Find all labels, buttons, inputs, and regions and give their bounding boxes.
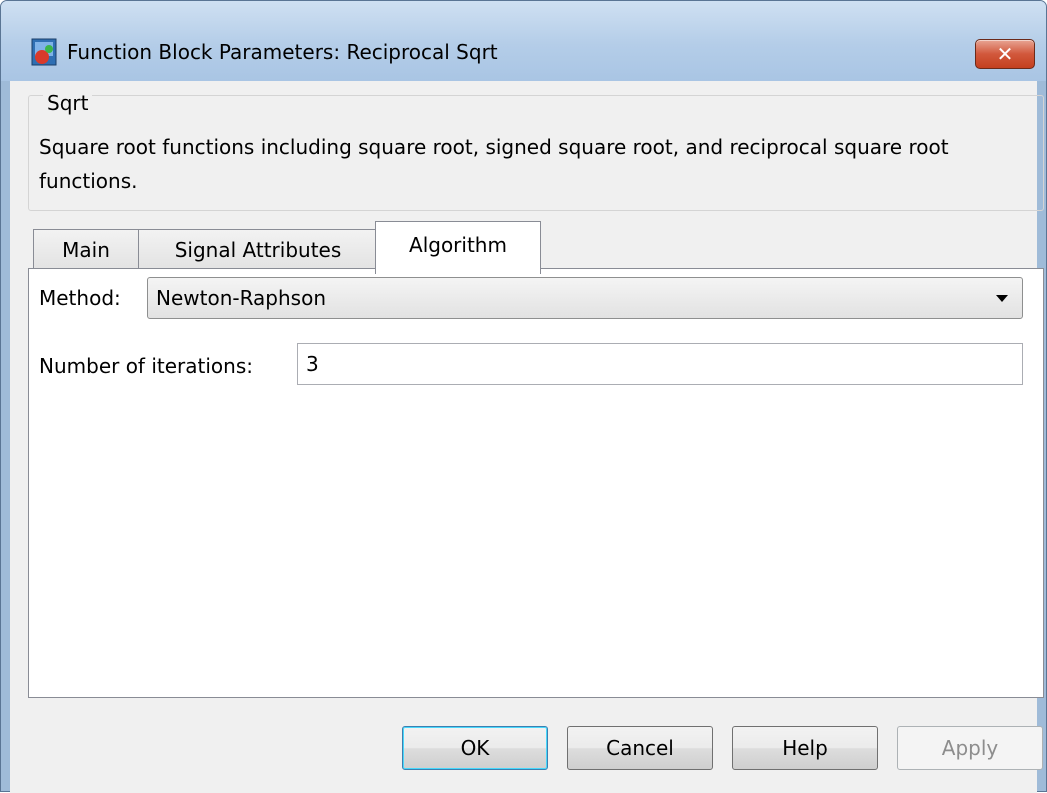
method-selected-value: Newton-Raphson — [156, 286, 327, 310]
tab-algorithm-label: Algorithm — [409, 233, 507, 257]
close-button[interactable]: ✕ — [975, 39, 1035, 69]
dialog-window: Function Block Parameters: Reciprocal Sq… — [0, 0, 1047, 793]
tab-signal-attributes[interactable]: Signal Attributes — [138, 229, 378, 269]
chevron-down-icon — [996, 295, 1008, 302]
tab-main-label: Main — [62, 237, 110, 262]
tab-main[interactable]: Main — [33, 229, 139, 269]
title-bar[interactable]: Function Block Parameters: Reciprocal Sq… — [1, 1, 1046, 81]
window-title: Function Block Parameters: Reciprocal Sq… — [67, 40, 498, 64]
help-button[interactable]: Help — [732, 726, 878, 770]
cancel-button[interactable]: Cancel — [567, 726, 713, 770]
description-text: Square root functions including square r… — [39, 135, 949, 193]
ok-button[interactable]: OK — [402, 726, 548, 770]
method-dropdown[interactable]: Newton-Raphson — [147, 277, 1023, 319]
iterations-label: Number of iterations: — [39, 354, 253, 378]
close-icon: ✕ — [996, 42, 1014, 66]
tab-algorithm[interactable]: Algorithm — [375, 221, 541, 274]
description-group-label: Sqrt — [43, 92, 93, 114]
algorithm-tab-panel: Method: Newton-Raphson Number of iterati… — [28, 268, 1044, 698]
description-group: Sqrt Square root functions including squ… — [28, 92, 1044, 211]
simulink-block-icon — [29, 37, 59, 67]
dialog-body: Sqrt Square root functions including squ… — [10, 81, 1044, 793]
tab-signal-attributes-label: Signal Attributes — [174, 237, 342, 262]
apply-button[interactable]: Apply — [897, 726, 1043, 770]
iterations-input[interactable] — [297, 343, 1023, 385]
method-label: Method: — [39, 286, 121, 310]
